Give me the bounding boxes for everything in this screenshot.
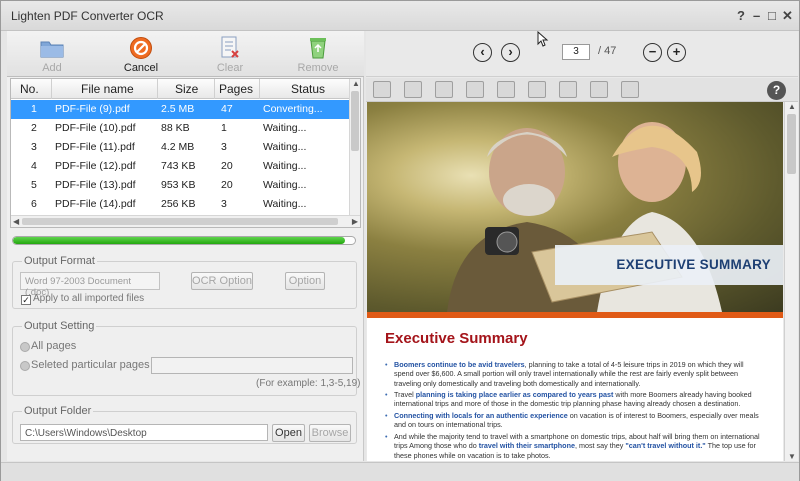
table-row[interactable]: 4 PDF-File (12).pdf 743 KB 20 Waiting... — [11, 157, 351, 176]
scroll-up-icon[interactable]: ▲ — [788, 102, 796, 111]
remove-button[interactable]: Remove — [288, 34, 348, 76]
table-horizontal-scrollbar[interactable]: ◀ ▶ — [11, 215, 360, 227]
close-button[interactable]: ✕ — [782, 8, 793, 24]
image-view-icon[interactable] — [435, 81, 453, 98]
all-pages-label: All pages — [31, 340, 77, 352]
remove-region-icon[interactable] — [466, 81, 484, 98]
accent-bar — [367, 312, 783, 318]
selected-pages-label: Seleted particular pages — [31, 359, 150, 371]
document-preview: EXECUTIVE SUMMARY Executive Summary • Bo… — [367, 102, 783, 461]
output-setting-title: Output Setting — [22, 320, 97, 332]
zoom-out-button[interactable]: − — [643, 43, 662, 62]
all-pages-radio[interactable] — [20, 342, 30, 352]
clear-list-icon — [221, 36, 239, 58]
scroll-left-icon[interactable]: ◀ — [13, 217, 19, 226]
col-status[interactable]: Status — [291, 82, 325, 96]
page-range-example: (For example: 1,3-5,19) — [256, 378, 361, 389]
page-navigation: ‹ › 3 / 47 − + — [366, 31, 798, 77]
header-region-icon[interactable] — [497, 81, 515, 98]
zoom-in-button[interactable]: + — [667, 43, 686, 62]
title-bar: Lighten PDF Converter OCR ? – □ ✕ — [1, 1, 799, 31]
summary-bullet: • Travel planning is taking place earlie… — [385, 390, 752, 409]
total-pages: / 47 — [598, 45, 617, 57]
scroll-up-icon[interactable]: ▲ — [352, 79, 360, 88]
window-title: Lighten PDF Converter OCR — [11, 9, 164, 23]
apply-all-checkbox[interactable]: ✓ — [21, 295, 31, 305]
previous-page-button[interactable]: ‹ — [473, 43, 492, 62]
document-heading: Executive Summary — [385, 330, 528, 347]
page-range-input[interactable] — [151, 357, 353, 374]
recycle-bin-icon — [310, 38, 326, 59]
scroll-down-icon[interactable]: ▼ — [788, 452, 796, 461]
left-panel: Add Cancel Clear Remove No. File name Si… — [7, 31, 364, 461]
apply-all-label: Apply to all imported files — [33, 293, 145, 304]
executive-summary-banner: EXECUTIVE SUMMARY — [555, 245, 783, 285]
option-button[interactable]: Option — [285, 272, 325, 290]
page-region-icon[interactable] — [590, 81, 608, 98]
next-page-button[interactable]: › — [501, 43, 520, 62]
preview-panel: ‹ › 3 / 47 − + ? EXECUTIVE SUMMARY Execu… — [366, 31, 798, 461]
output-setting-group: Output Setting All pages Seleted particu… — [12, 320, 361, 396]
table-row[interactable]: 6 PDF-File (14).pdf 256 KB 3 Waiting... — [11, 195, 351, 214]
table-row[interactable]: 2 PDF-File (10).pdf 88 KB 1 Waiting... — [11, 119, 351, 138]
delete-region-icon[interactable] — [559, 81, 577, 98]
scroll-right-icon[interactable]: ▶ — [352, 217, 358, 226]
conversion-progress-bar — [12, 236, 356, 245]
output-format-title: Output Format — [22, 255, 97, 267]
cancel-icon — [130, 37, 152, 59]
mouse-cursor-icon — [537, 31, 549, 47]
progress-fill — [13, 237, 345, 244]
app-window: Lighten PDF Converter OCR ? – □ ✕ Add Ca… — [0, 0, 800, 481]
open-folder-button[interactable]: Open — [272, 424, 305, 442]
output-folder-group: Output Folder C:\Users\Windows\Desktop O… — [12, 405, 357, 444]
output-folder-path[interactable]: C:\Users\Windows\Desktop — [20, 424, 268, 441]
col-pages[interactable]: Pages — [219, 82, 253, 96]
browse-button[interactable]: Browse — [309, 424, 351, 442]
eye-view-icon[interactable] — [373, 81, 391, 98]
col-size[interactable]: Size — [175, 82, 198, 96]
scroll-thumb[interactable] — [351, 91, 359, 151]
minimize-button[interactable]: – — [753, 8, 760, 23]
clear-button[interactable]: Clear — [200, 34, 260, 76]
page-number-input[interactable]: 3 — [562, 44, 590, 60]
summary-bullet: • Connecting with locals for an authenti… — [385, 411, 759, 430]
file-table: No. File name Size Pages Status 1 PDF-Fi… — [10, 78, 361, 228]
scroll-thumb[interactable] — [22, 218, 338, 225]
toolbar: Add Cancel Clear Remove — [7, 31, 364, 77]
help-icon[interactable]: ? — [767, 81, 786, 100]
help-icon[interactable]: ? — [737, 8, 745, 23]
col-file-name[interactable]: File name — [81, 82, 134, 96]
cancel-button[interactable]: Cancel — [111, 34, 171, 76]
cover-photo: EXECUTIVE SUMMARY — [367, 102, 783, 312]
table-row[interactable]: 3 PDF-File (11).pdf 4.2 MB 3 Waiting... — [11, 138, 351, 157]
summary-bullet: • Boomers continue to be avid travelers,… — [385, 360, 744, 388]
folder-icon — [40, 41, 64, 58]
table-vertical-scrollbar[interactable]: ▲ — [349, 79, 360, 216]
format-dropdown[interactable]: Word 97-2003 Document (.doc) — [20, 272, 160, 298]
grid-view-icon[interactable] — [404, 81, 422, 98]
preview-scrollbar[interactable]: ▲ ▼ — [784, 102, 798, 461]
scroll-thumb[interactable] — [787, 114, 796, 174]
output-format-group: Output Format Word 97-2003 Document (.do… — [12, 255, 357, 309]
table-row[interactable]: 5 PDF-File (13).pdf 953 KB 20 Waiting... — [11, 176, 351, 195]
column-region-icon[interactable] — [528, 81, 546, 98]
add-button[interactable]: Add — [22, 34, 82, 76]
output-folder-title: Output Folder — [22, 405, 94, 417]
maximize-button[interactable]: □ — [768, 8, 776, 23]
table-region-icon[interactable] — [621, 81, 639, 98]
table-row[interactable]: 1 PDF-File (9).pdf 2.5 MB 47 Converting.… — [11, 100, 351, 119]
status-bar — [1, 462, 799, 481]
selected-pages-radio[interactable] — [20, 361, 30, 371]
ocr-option-button[interactable]: OCR Option — [191, 272, 253, 290]
summary-bullet: • And while the majority tend to travel … — [385, 432, 760, 460]
view-toolbar: ? — [366, 78, 798, 102]
col-no[interactable]: No. — [20, 82, 39, 96]
table-header: No. File name Size Pages Status — [11, 79, 351, 99]
